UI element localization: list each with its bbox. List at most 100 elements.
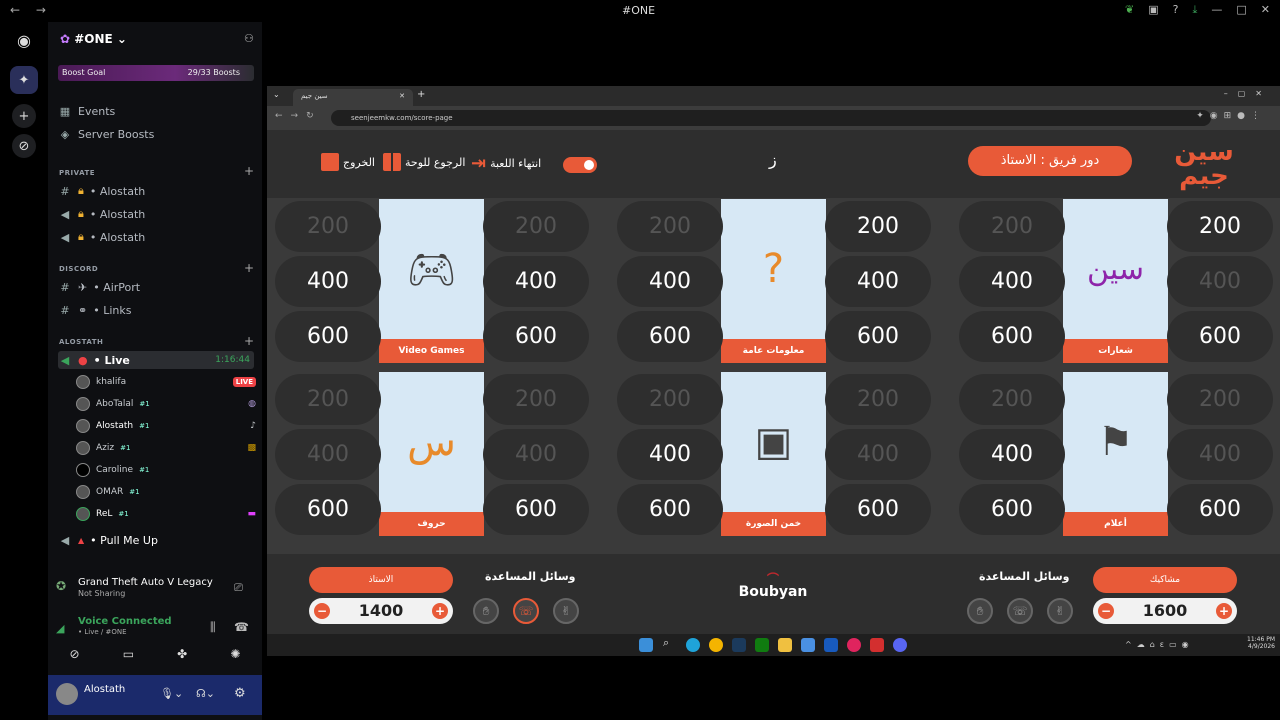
server-icon-one[interactable]: ✦ bbox=[10, 66, 38, 94]
discord-taskbar-icon[interactable] bbox=[893, 638, 907, 652]
question-left-200[interactable]: 200 bbox=[617, 374, 723, 425]
question-left-200[interactable]: 200 bbox=[959, 374, 1065, 425]
channel-item-links[interactable]: # ⚭ • Links bbox=[58, 301, 254, 319]
close-tab-icon[interactable]: ✕ bbox=[399, 92, 405, 100]
category-private[interactable]: PRIVATE bbox=[59, 169, 95, 177]
screen-share-icon[interactable]: ⎚ bbox=[234, 581, 243, 595]
question-left-400[interactable]: 400 bbox=[275, 256, 381, 307]
question-right-600[interactable]: 600 bbox=[483, 484, 589, 535]
exit-button[interactable]: الخروج bbox=[321, 153, 375, 171]
browser-window-controls[interactable]: –▢✕ bbox=[1224, 89, 1272, 98]
screen-icon[interactable]: ▭ bbox=[123, 647, 134, 661]
question-left-200[interactable]: 200 bbox=[617, 201, 723, 252]
app-icon[interactable] bbox=[847, 638, 861, 652]
nav-server-boosts[interactable]: ◈ Server Boosts bbox=[58, 125, 254, 143]
question-left-600[interactable]: 600 bbox=[617, 311, 723, 362]
plus-button[interactable]: + bbox=[1216, 603, 1232, 619]
effects-icon[interactable]: ✺ bbox=[230, 647, 240, 661]
channel-item[interactable]: ◀ 🔒︎ • Alostath bbox=[58, 205, 254, 223]
voice-status[interactable]: Voice Connected bbox=[78, 616, 172, 627]
channel-item[interactable]: # 🔒︎ • Alostath bbox=[58, 182, 254, 200]
chrome-icon[interactable] bbox=[709, 638, 723, 652]
username[interactable]: Alostath bbox=[84, 684, 125, 695]
question-right-200[interactable]: 200 bbox=[825, 201, 931, 252]
tab-menu-icon[interactable]: ⌄ bbox=[273, 90, 280, 99]
steam-icon[interactable] bbox=[732, 638, 746, 652]
explore-icon[interactable]: ⊘ bbox=[12, 134, 36, 158]
question-left-200[interactable]: 200 bbox=[275, 201, 381, 252]
question-right-200[interactable]: 200 bbox=[483, 374, 589, 425]
minus-button[interactable]: − bbox=[1098, 603, 1114, 619]
voice-user[interactable]: ReL #1 ▬ bbox=[76, 505, 256, 523]
avatar[interactable] bbox=[56, 683, 78, 705]
camera-off-icon[interactable]: ⊘ bbox=[70, 647, 80, 661]
victory-hand-icon[interactable]: ✌︎ bbox=[553, 598, 579, 624]
add-channel-icon[interactable]: + bbox=[244, 334, 254, 348]
boost-goal-bar[interactable]: Boost Goal 29/33 Boosts bbox=[58, 65, 254, 81]
activities-icon[interactable]: ✤ bbox=[177, 647, 187, 661]
voice-user[interactable]: Alostath #1 ♪ bbox=[76, 417, 256, 435]
hand-stop-icon[interactable]: ✋︎ bbox=[967, 598, 993, 624]
minimize-icon[interactable]: — bbox=[1211, 3, 1222, 17]
headphones-icon[interactable]: ☊⌄ bbox=[196, 687, 215, 700]
question-right-600[interactable]: 600 bbox=[825, 484, 931, 535]
category-discord[interactable]: DISCORD bbox=[59, 265, 98, 273]
xbox-icon[interactable] bbox=[755, 638, 769, 652]
question-left-600[interactable]: 600 bbox=[959, 311, 1065, 362]
mic-icon[interactable]: 🎙︎⌄ bbox=[160, 687, 183, 700]
question-right-600[interactable]: 600 bbox=[483, 311, 589, 362]
question-left-600[interactable]: 600 bbox=[275, 484, 381, 535]
help-icon[interactable]: ? bbox=[1173, 3, 1179, 17]
close-icon[interactable]: ✕ bbox=[1261, 3, 1270, 17]
question-right-600[interactable]: 600 bbox=[825, 311, 931, 362]
nav-events[interactable]: ▦ Events bbox=[58, 102, 254, 120]
search-icon[interactable]: ⌕ bbox=[663, 636, 677, 650]
download-icon[interactable]: ⤓ bbox=[1193, 3, 1198, 17]
channel-item[interactable]: ◀ 🔒︎ • Alostath bbox=[58, 228, 254, 246]
end-game-button[interactable]: ⇥ انتهاء اللعبة bbox=[471, 153, 541, 174]
extensions-icons[interactable]: ✦◉⊞●⋮ bbox=[1196, 111, 1266, 121]
team-left-name[interactable]: الاستاذ bbox=[309, 567, 453, 593]
edge-icon[interactable] bbox=[686, 638, 700, 652]
question-right-600[interactable]: 600 bbox=[1167, 484, 1273, 535]
channel-item-live[interactable]: ◀ ● • Live 1:16:44 bbox=[58, 351, 254, 369]
question-left-400[interactable]: 400 bbox=[275, 429, 381, 480]
voice-user[interactable]: AboTalal #1 ◍ bbox=[76, 395, 256, 413]
server-name[interactable]: ✿ #ONE ⌄ bbox=[60, 32, 127, 46]
voice-user[interactable]: khalifa LIVE bbox=[76, 373, 256, 391]
channel-item-pull-me-up[interactable]: ◀ ▲ • Pull Me Up bbox=[58, 531, 254, 549]
back-to-board-button[interactable]: الرجوع للوحة bbox=[383, 153, 465, 171]
question-left-400[interactable]: 400 bbox=[617, 256, 723, 307]
category-alostath[interactable]: ALOSTATH bbox=[59, 338, 103, 346]
voice-user[interactable]: Caroline #1 bbox=[76, 461, 256, 479]
team-right-name[interactable]: مشاكيك bbox=[1093, 567, 1237, 593]
clock[interactable]: 11:46 PM 4/9/2026 bbox=[1235, 636, 1275, 650]
call-friend-icon[interactable]: ☏ bbox=[1007, 598, 1033, 624]
voice-user[interactable]: Aziz #1 ▩ bbox=[76, 439, 256, 457]
timer-toggle[interactable] bbox=[563, 157, 597, 173]
store-icon[interactable] bbox=[801, 638, 815, 652]
new-tab-icon[interactable]: + bbox=[417, 89, 425, 100]
browser-tab[interactable]: سين جيم ✕ bbox=[293, 89, 413, 106]
question-left-600[interactable]: 600 bbox=[275, 311, 381, 362]
victory-hand-icon[interactable]: ✌︎ bbox=[1047, 598, 1073, 624]
add-channel-icon[interactable]: + bbox=[244, 261, 254, 275]
question-left-600[interactable]: 600 bbox=[959, 484, 1065, 535]
discord-home-icon[interactable]: ◉ bbox=[12, 28, 36, 52]
question-right-400[interactable]: 400 bbox=[825, 429, 931, 480]
soundboard-icon[interactable]: ⫼ bbox=[210, 620, 216, 635]
url-input[interactable]: seenjeemkw.com/score-page bbox=[331, 110, 1211, 126]
question-right-200[interactable]: 200 bbox=[1167, 374, 1273, 425]
question-right-400[interactable]: 400 bbox=[825, 256, 931, 307]
question-left-600[interactable]: 600 bbox=[617, 484, 723, 535]
start-icon[interactable] bbox=[639, 638, 653, 652]
settings-gear-icon[interactable]: ⚙ bbox=[234, 686, 246, 701]
question-right-400[interactable]: 400 bbox=[483, 256, 589, 307]
plus-button[interactable]: + bbox=[432, 603, 448, 619]
add-member-icon[interactable]: ⚇ bbox=[244, 32, 254, 45]
maximize-icon[interactable]: □ bbox=[1236, 3, 1246, 17]
voice-user[interactable]: OMAR #1 bbox=[76, 483, 256, 501]
question-left-400[interactable]: 400 bbox=[617, 429, 723, 480]
inbox-icon[interactable]: ▣ bbox=[1148, 3, 1158, 17]
word-icon[interactable] bbox=[824, 638, 838, 652]
